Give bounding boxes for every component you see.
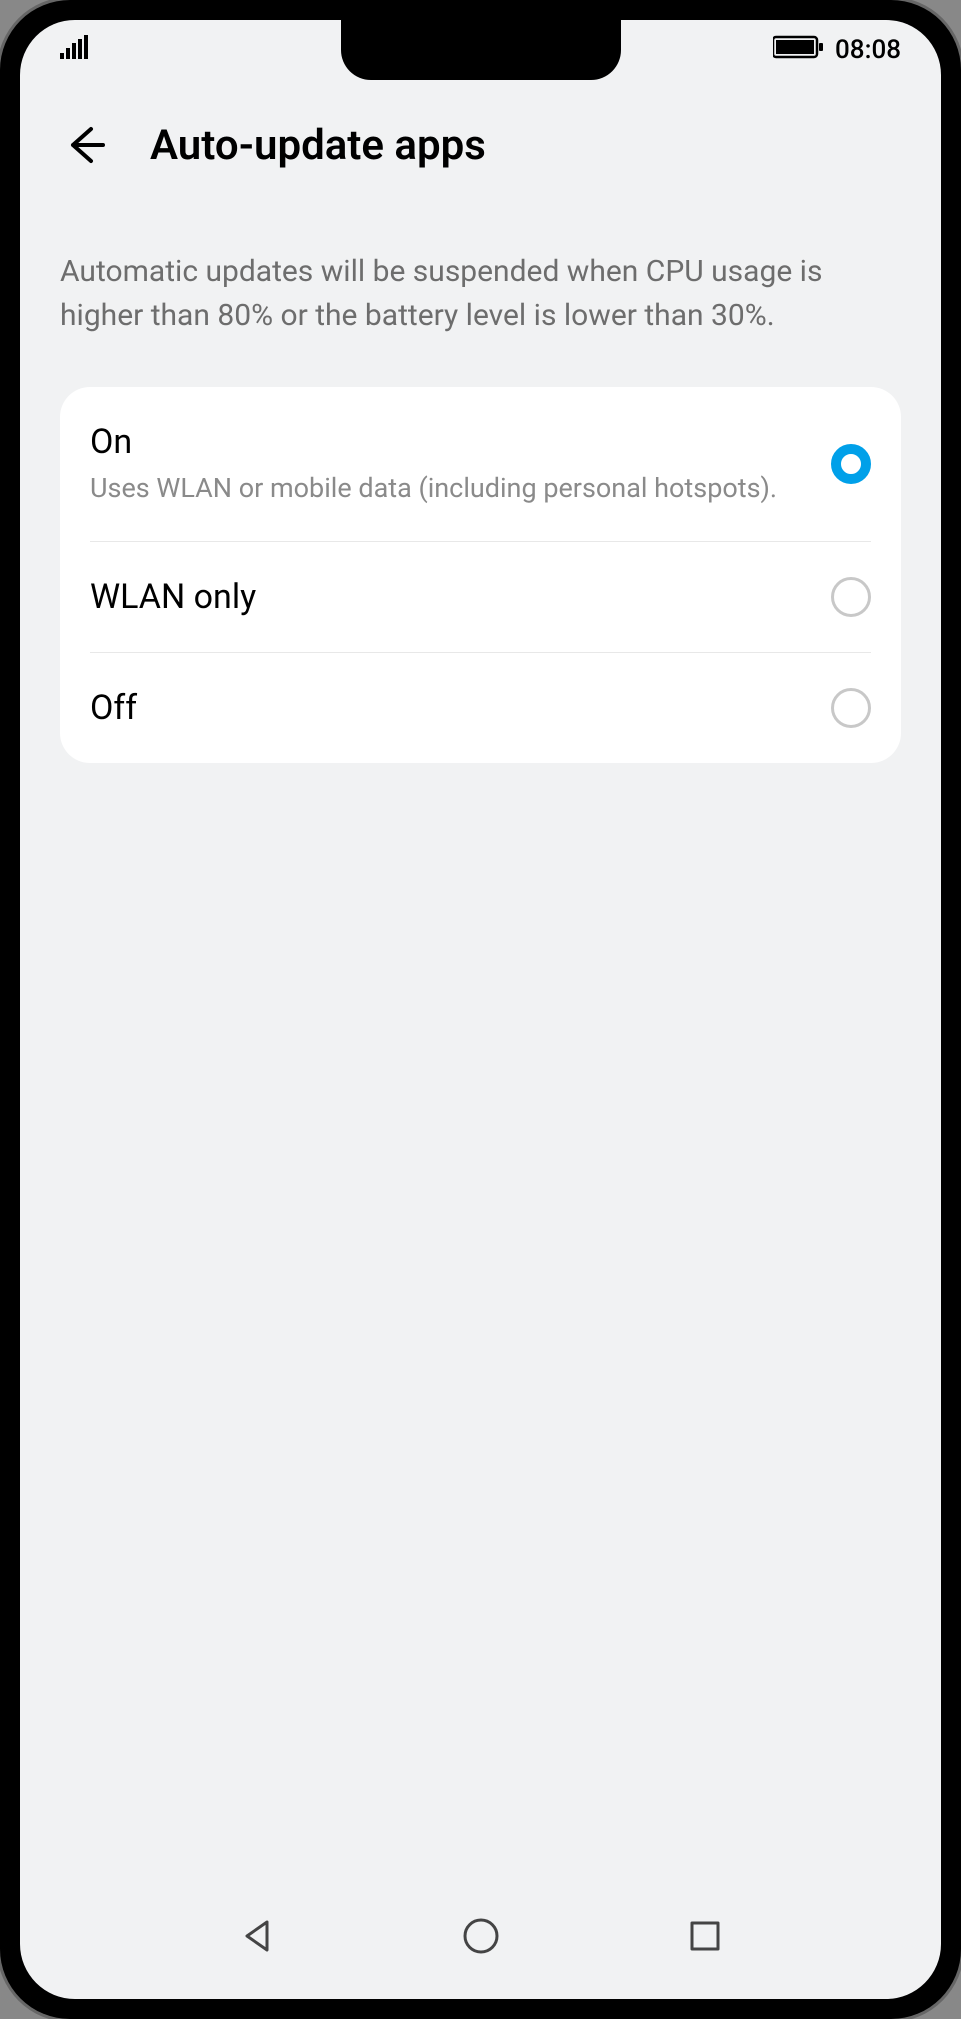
option-wlan-only[interactable]: WLAN only bbox=[60, 542, 901, 652]
back-button[interactable] bbox=[60, 120, 110, 170]
page-title: Auto-update apps bbox=[150, 121, 486, 170]
nav-home-button[interactable] bbox=[459, 1914, 503, 1958]
phone-frame: 08:08 Auto-update apps Automatic updates… bbox=[0, 0, 961, 2019]
option-title: On bbox=[90, 422, 811, 462]
settings-description: Automatic updates will be suspended when… bbox=[20, 200, 941, 387]
battery-icon bbox=[773, 35, 825, 66]
option-title: WLAN only bbox=[90, 577, 811, 617]
option-subtitle: Uses WLAN or mobile data (including pers… bbox=[90, 470, 811, 506]
radio-on[interactable] bbox=[831, 444, 871, 484]
radio-off[interactable] bbox=[831, 688, 871, 728]
option-off[interactable]: Off bbox=[60, 653, 901, 763]
navigation-bar bbox=[20, 1891, 941, 1981]
status-right: 08:08 bbox=[773, 35, 901, 66]
options-card: On Uses WLAN or mobile data (including p… bbox=[60, 387, 901, 763]
option-content: On Uses WLAN or mobile data (including p… bbox=[90, 422, 831, 506]
option-on[interactable]: On Uses WLAN or mobile data (including p… bbox=[60, 387, 901, 541]
page-header: Auto-update apps bbox=[20, 80, 941, 200]
option-content: Off bbox=[90, 688, 831, 728]
option-title: Off bbox=[90, 688, 811, 728]
option-content: WLAN only bbox=[90, 577, 831, 617]
notch bbox=[341, 20, 621, 80]
status-left bbox=[60, 35, 90, 66]
nav-back-button[interactable] bbox=[235, 1914, 279, 1958]
nav-recent-button[interactable] bbox=[683, 1914, 727, 1958]
status-time: 08:08 bbox=[835, 35, 901, 65]
phone-screen: 08:08 Auto-update apps Automatic updates… bbox=[20, 20, 941, 1999]
radio-wlan-only[interactable] bbox=[831, 577, 871, 617]
signal-icon bbox=[60, 35, 90, 66]
